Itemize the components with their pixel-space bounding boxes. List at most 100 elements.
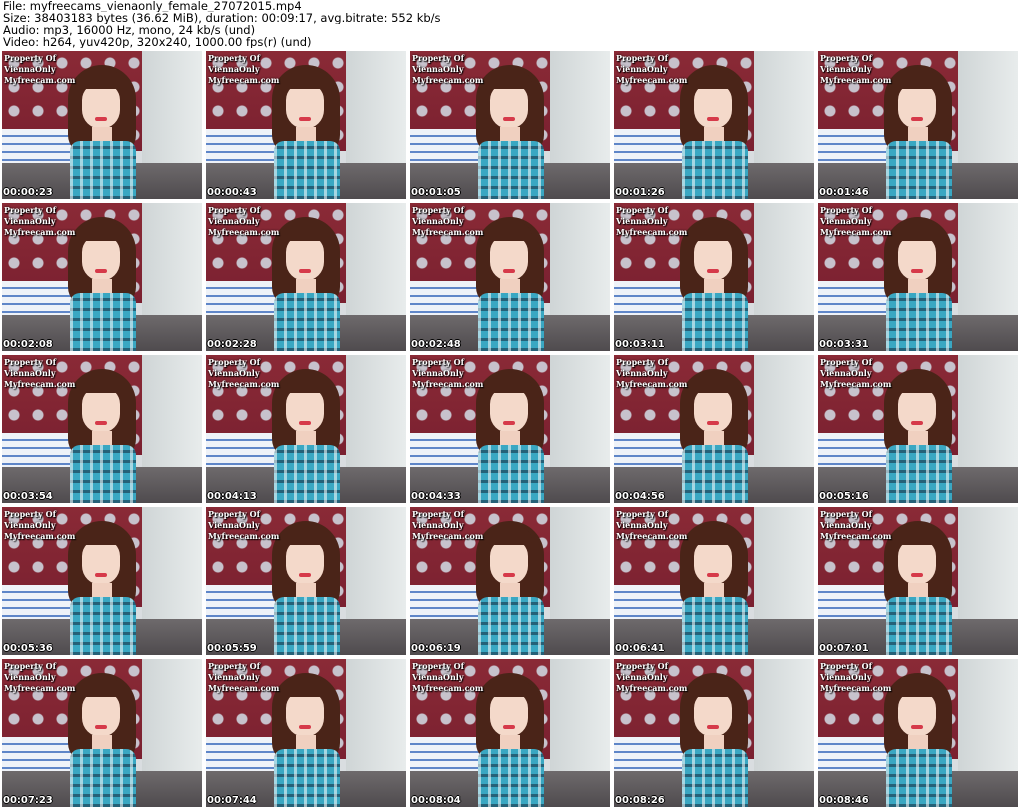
neck [500,431,520,445]
watermark: Property Of ViennaOnly Myfreecam.com [4,53,75,86]
thumbnail-timestamp: 00:01:26 [615,187,665,198]
watermark-line1: Property Of [412,205,465,215]
bangs [894,223,940,241]
bangs [690,527,736,545]
watermark-line2: ViennaOnly [208,216,260,226]
plaid-dress [478,597,544,655]
lips [707,725,719,729]
face [694,691,732,737]
video-thumbnail: Property Of ViennaOnly Myfreecam.com 00:… [614,355,814,503]
watermark-line1: Property Of [616,357,669,367]
neck [296,583,316,597]
watermark-line3: Myfreecam.com [208,683,280,693]
video-thumbnail: Property Of ViennaOnly Myfreecam.com 00:… [818,203,1018,351]
video-thumbnail: Property Of ViennaOnly Myfreecam.com 00:… [818,659,1018,807]
watermark-line2: ViennaOnly [412,520,464,530]
watermark-line3: Myfreecam.com [208,531,280,541]
watermark-line3: Myfreecam.com [412,683,484,693]
lips [707,421,719,425]
video-thumbnail: Property Of ViennaOnly Myfreecam.com 00:… [2,659,202,807]
face [82,539,120,585]
watermark: Property Of ViennaOnly Myfreecam.com [208,661,279,694]
lips [707,269,719,273]
plaid-dress [886,293,952,351]
thumbnail-timestamp: 00:08:26 [615,795,665,806]
neck [296,431,316,445]
neck [704,431,724,445]
video-thumbnail: Property Of ViennaOnly Myfreecam.com 00:… [614,51,814,199]
watermark-line1: Property Of [4,509,57,519]
video-thumbnail: Property Of ViennaOnly Myfreecam.com 00:… [818,507,1018,655]
video-thumbnail: Property Of ViennaOnly Myfreecam.com 00:… [206,355,406,503]
plaid-dress [70,597,136,655]
face [490,539,528,585]
plaid-dress [478,749,544,807]
neck [500,279,520,293]
watermark-line3: Myfreecam.com [4,75,76,85]
watermark: Property Of ViennaOnly Myfreecam.com [616,205,687,238]
bangs [282,223,328,241]
bangs [282,679,328,697]
lips [911,269,923,273]
face [82,83,120,129]
watermark-line3: Myfreecam.com [412,75,484,85]
bangs [282,527,328,545]
face [898,83,936,129]
lips [503,725,515,729]
video-thumbnail: Property Of ViennaOnly Myfreecam.com 00:… [818,355,1018,503]
plaid-dress [70,293,136,351]
watermark: Property Of ViennaOnly Myfreecam.com [412,509,483,542]
watermark: Property Of ViennaOnly Myfreecam.com [208,205,279,238]
watermark-line3: Myfreecam.com [820,683,892,693]
plaid-dress [682,445,748,503]
face [694,539,732,585]
thumbnail-timestamp: 00:06:19 [411,643,461,654]
watermark-line3: Myfreecam.com [208,379,280,389]
watermark: Property Of ViennaOnly Myfreecam.com [616,53,687,86]
thumbnail-timestamp: 00:03:54 [3,491,53,502]
watermark-line1: Property Of [4,661,57,671]
watermark: Property Of ViennaOnly Myfreecam.com [820,357,891,390]
plaid-dress [682,293,748,351]
neck [500,127,520,141]
bangs [486,71,532,89]
file-info-header: File: myfreecams_vienaonly_female_270720… [3,0,1021,50]
lips [95,573,107,577]
watermark-line2: ViennaOnly [820,368,872,378]
face [694,387,732,433]
video-thumbnail: Property Of ViennaOnly Myfreecam.com 00:… [410,203,610,351]
neck [500,735,520,749]
watermark-line3: Myfreecam.com [208,227,280,237]
thumbnail-timestamp: 00:02:28 [207,339,257,350]
neck [296,279,316,293]
watermark-line1: Property Of [616,509,669,519]
watermark-line3: Myfreecam.com [616,227,688,237]
watermark-line3: Myfreecam.com [616,683,688,693]
watermark-line1: Property Of [208,357,261,367]
watermark-line1: Property Of [616,661,669,671]
face [490,235,528,281]
bangs [486,223,532,241]
bangs [690,71,736,89]
bangs [690,375,736,393]
plaid-dress [682,749,748,807]
lips [911,573,923,577]
watermark-line1: Property Of [4,205,57,215]
video-thumbnail: Property Of ViennaOnly Myfreecam.com 00:… [410,51,610,199]
neck [296,735,316,749]
plaid-dress [886,597,952,655]
watermark-line1: Property Of [208,661,261,671]
thumbnail-timestamp: 00:00:43 [207,187,257,198]
face [898,691,936,737]
neck [92,735,112,749]
watermark-line1: Property Of [4,53,57,63]
bangs [894,527,940,545]
neck [500,583,520,597]
face [286,387,324,433]
thumbnail-timestamp: 00:07:44 [207,795,257,806]
lips [299,725,311,729]
bangs [282,71,328,89]
watermark-line3: Myfreecam.com [820,75,892,85]
thumbnail-timestamp: 00:08:46 [819,795,869,806]
watermark-line2: ViennaOnly [208,520,260,530]
